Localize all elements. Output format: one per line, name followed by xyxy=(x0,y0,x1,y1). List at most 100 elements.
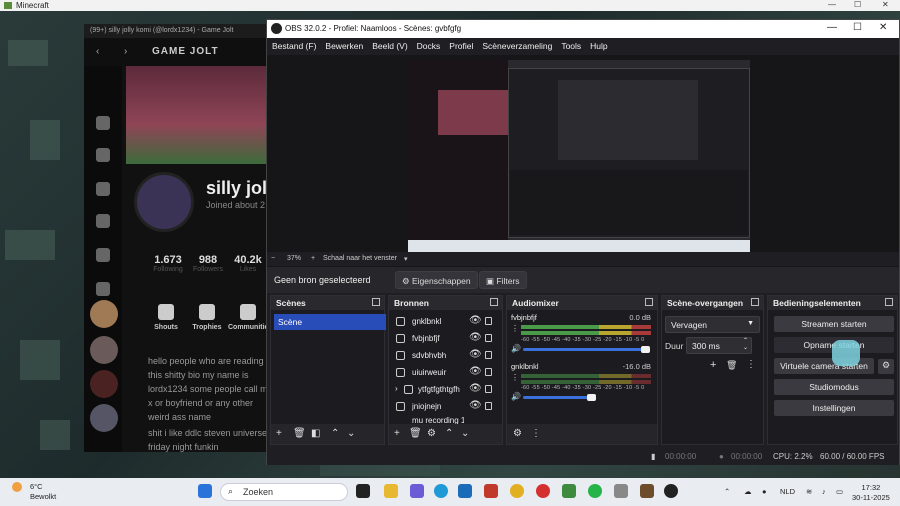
source-item[interactable]: jniojnejn 👁 xyxy=(392,399,500,415)
filters-button[interactable]: ▣ Filters xyxy=(479,271,527,289)
close-button[interactable]: ✕ xyxy=(882,0,889,9)
undock-icon[interactable] xyxy=(490,298,498,306)
community-icon[interactable] xyxy=(96,248,110,262)
eye-icon[interactable]: 👁 xyxy=(469,315,482,326)
eye-icon[interactable]: 👁 xyxy=(469,400,482,411)
lock-icon[interactable] xyxy=(485,368,492,376)
virtual-camera-settings-icon[interactable]: ⚙ xyxy=(878,359,894,374)
close-button[interactable]: ✕ xyxy=(879,22,887,33)
mic-icon[interactable]: ● xyxy=(762,487,767,496)
community-avatar[interactable] xyxy=(90,336,118,364)
minecraft-icon[interactable] xyxy=(640,484,654,498)
kebab-menu-icon[interactable]: ⋮ xyxy=(511,373,519,382)
maximize-button[interactable]: ☐ xyxy=(854,0,861,9)
chevron-right-icon[interactable]: › xyxy=(395,384,398,393)
scene-filter-icon[interactable]: ◧ xyxy=(311,428,320,439)
menu-file[interactable]: Bestand (F) xyxy=(272,41,316,55)
eye-icon[interactable]: 👁 xyxy=(469,366,482,377)
move-up-icon[interactable]: ⌃ xyxy=(331,428,339,439)
eye-icon[interactable]: 👁 xyxy=(469,383,482,394)
source-item[interactable]: mu recording 1 xyxy=(392,416,500,424)
kebab-menu-icon[interactable]: ⋮ xyxy=(531,428,541,439)
eye-icon[interactable]: 👁 xyxy=(469,332,482,343)
minimize-button[interactable]: — xyxy=(828,0,836,9)
menu-docks[interactable]: Docks xyxy=(417,41,441,55)
chrome-icon[interactable] xyxy=(510,484,524,498)
remove-scene-button[interactable]: 🗑 xyxy=(293,428,306,439)
store-icon[interactable] xyxy=(96,148,110,162)
community-avatar[interactable] xyxy=(90,300,118,328)
add-scene-button[interactable]: + xyxy=(276,428,282,439)
obs-icon[interactable] xyxy=(664,484,678,498)
app-icon[interactable] xyxy=(614,484,628,498)
profile-avatar[interactable] xyxy=(134,172,194,232)
undock-icon[interactable] xyxy=(751,298,759,306)
minimize-button[interactable]: — xyxy=(827,22,837,33)
whatsapp-icon[interactable] xyxy=(588,484,602,498)
search-box[interactable]: ⌕ Zoeken xyxy=(220,483,348,501)
start-streaming-button[interactable]: Streamen starten xyxy=(774,316,894,332)
source-item[interactable]: uiuirweuir 👁 xyxy=(392,365,500,381)
volume-slider[interactable] xyxy=(523,396,591,399)
add-source-button[interactable]: + xyxy=(394,428,400,439)
undock-icon[interactable] xyxy=(645,298,653,306)
tab-trophies[interactable]: Trophies xyxy=(187,304,227,331)
move-down-icon[interactable]: ⌄ xyxy=(347,428,355,439)
move-up-icon[interactable]: ⌃ xyxy=(445,428,453,439)
transition-select[interactable]: Vervagen ▼ xyxy=(665,316,760,333)
settings-button[interactable]: Instellingen xyxy=(774,400,894,416)
opera-icon[interactable] xyxy=(536,484,550,498)
community-avatar[interactable] xyxy=(90,404,118,432)
lock-icon[interactable] xyxy=(485,317,492,325)
undock-icon[interactable] xyxy=(885,298,893,306)
community-avatar[interactable] xyxy=(90,370,118,398)
back-icon[interactable]: ‹ xyxy=(96,46,99,57)
scene-item[interactable]: Scène xyxy=(274,314,386,330)
lock-icon[interactable] xyxy=(485,334,492,342)
advanced-audio-icon[interactable]: ⚙ xyxy=(513,428,522,439)
kebab-menu-icon[interactable]: ⋮ xyxy=(511,324,519,333)
undock-icon[interactable] xyxy=(372,298,380,306)
game-icon[interactable] xyxy=(96,116,110,130)
edge-icon[interactable] xyxy=(434,484,448,498)
remove-source-button[interactable]: 🗑 xyxy=(409,428,422,439)
move-down-icon[interactable]: ⌄ xyxy=(461,428,469,439)
source-item[interactable]: fvbjnbfjf 👁 xyxy=(392,331,500,347)
tab-shouts[interactable]: Shouts xyxy=(146,304,186,331)
volume-knob[interactable] xyxy=(587,394,596,401)
language-indicator[interactable]: NLD xyxy=(780,487,795,496)
lock-icon[interactable] xyxy=(485,385,492,393)
gamejolt-logo[interactable]: GAME JOLT xyxy=(152,46,219,57)
kebab-menu-icon[interactable]: ⋮ xyxy=(746,359,756,370)
menu-edit[interactable]: Bewerken xyxy=(325,41,363,55)
trophy-icon[interactable] xyxy=(96,182,110,196)
source-settings-icon[interactable]: ⚙ xyxy=(427,428,436,439)
library-icon[interactable] xyxy=(96,282,110,296)
store-icon[interactable] xyxy=(458,484,472,498)
eye-icon[interactable]: 👁 xyxy=(469,349,482,360)
file-explorer-icon[interactable] xyxy=(384,484,398,498)
menu-help[interactable]: Hulp xyxy=(590,41,607,55)
forward-icon[interactable]: › xyxy=(124,46,127,57)
start-icon[interactable] xyxy=(198,484,212,498)
speaker-icon[interactable]: 🔊 xyxy=(511,392,521,401)
zoom-out-button[interactable]: − xyxy=(271,255,275,262)
source-item[interactable]: gnklbnkl 👁 xyxy=(392,314,500,330)
menu-scene-collection[interactable]: Scèneverzameling xyxy=(482,41,552,55)
cloud-icon[interactable]: ☁ xyxy=(744,487,752,496)
mcafee-icon[interactable] xyxy=(484,484,498,498)
duration-spinbox[interactable]: 300 ms ⌃ ⌄ xyxy=(686,337,752,354)
volume-knob[interactable] xyxy=(641,346,650,353)
lock-icon[interactable] xyxy=(485,402,492,410)
chat-icon[interactable] xyxy=(96,214,110,228)
battery-icon[interactable]: ▭ xyxy=(836,487,843,496)
spin-arrows-icon[interactable]: ⌃ ⌄ xyxy=(743,338,748,352)
remove-transition-button[interactable]: 🗑 xyxy=(726,360,737,371)
scale-mode-label[interactable]: Schaal naar het venster xyxy=(323,255,397,262)
maximize-button[interactable]: ☐ xyxy=(853,22,862,33)
menu-profile[interactable]: Profiel xyxy=(449,41,473,55)
browser-tab[interactable]: (99+) silly jolly komi (@lordx1234) - Ga… xyxy=(84,24,274,38)
source-item[interactable]: › ytfgtfgthtgfh 👁 xyxy=(392,382,500,398)
lock-icon[interactable] xyxy=(485,351,492,359)
preview-canvas[interactable] xyxy=(267,55,899,270)
